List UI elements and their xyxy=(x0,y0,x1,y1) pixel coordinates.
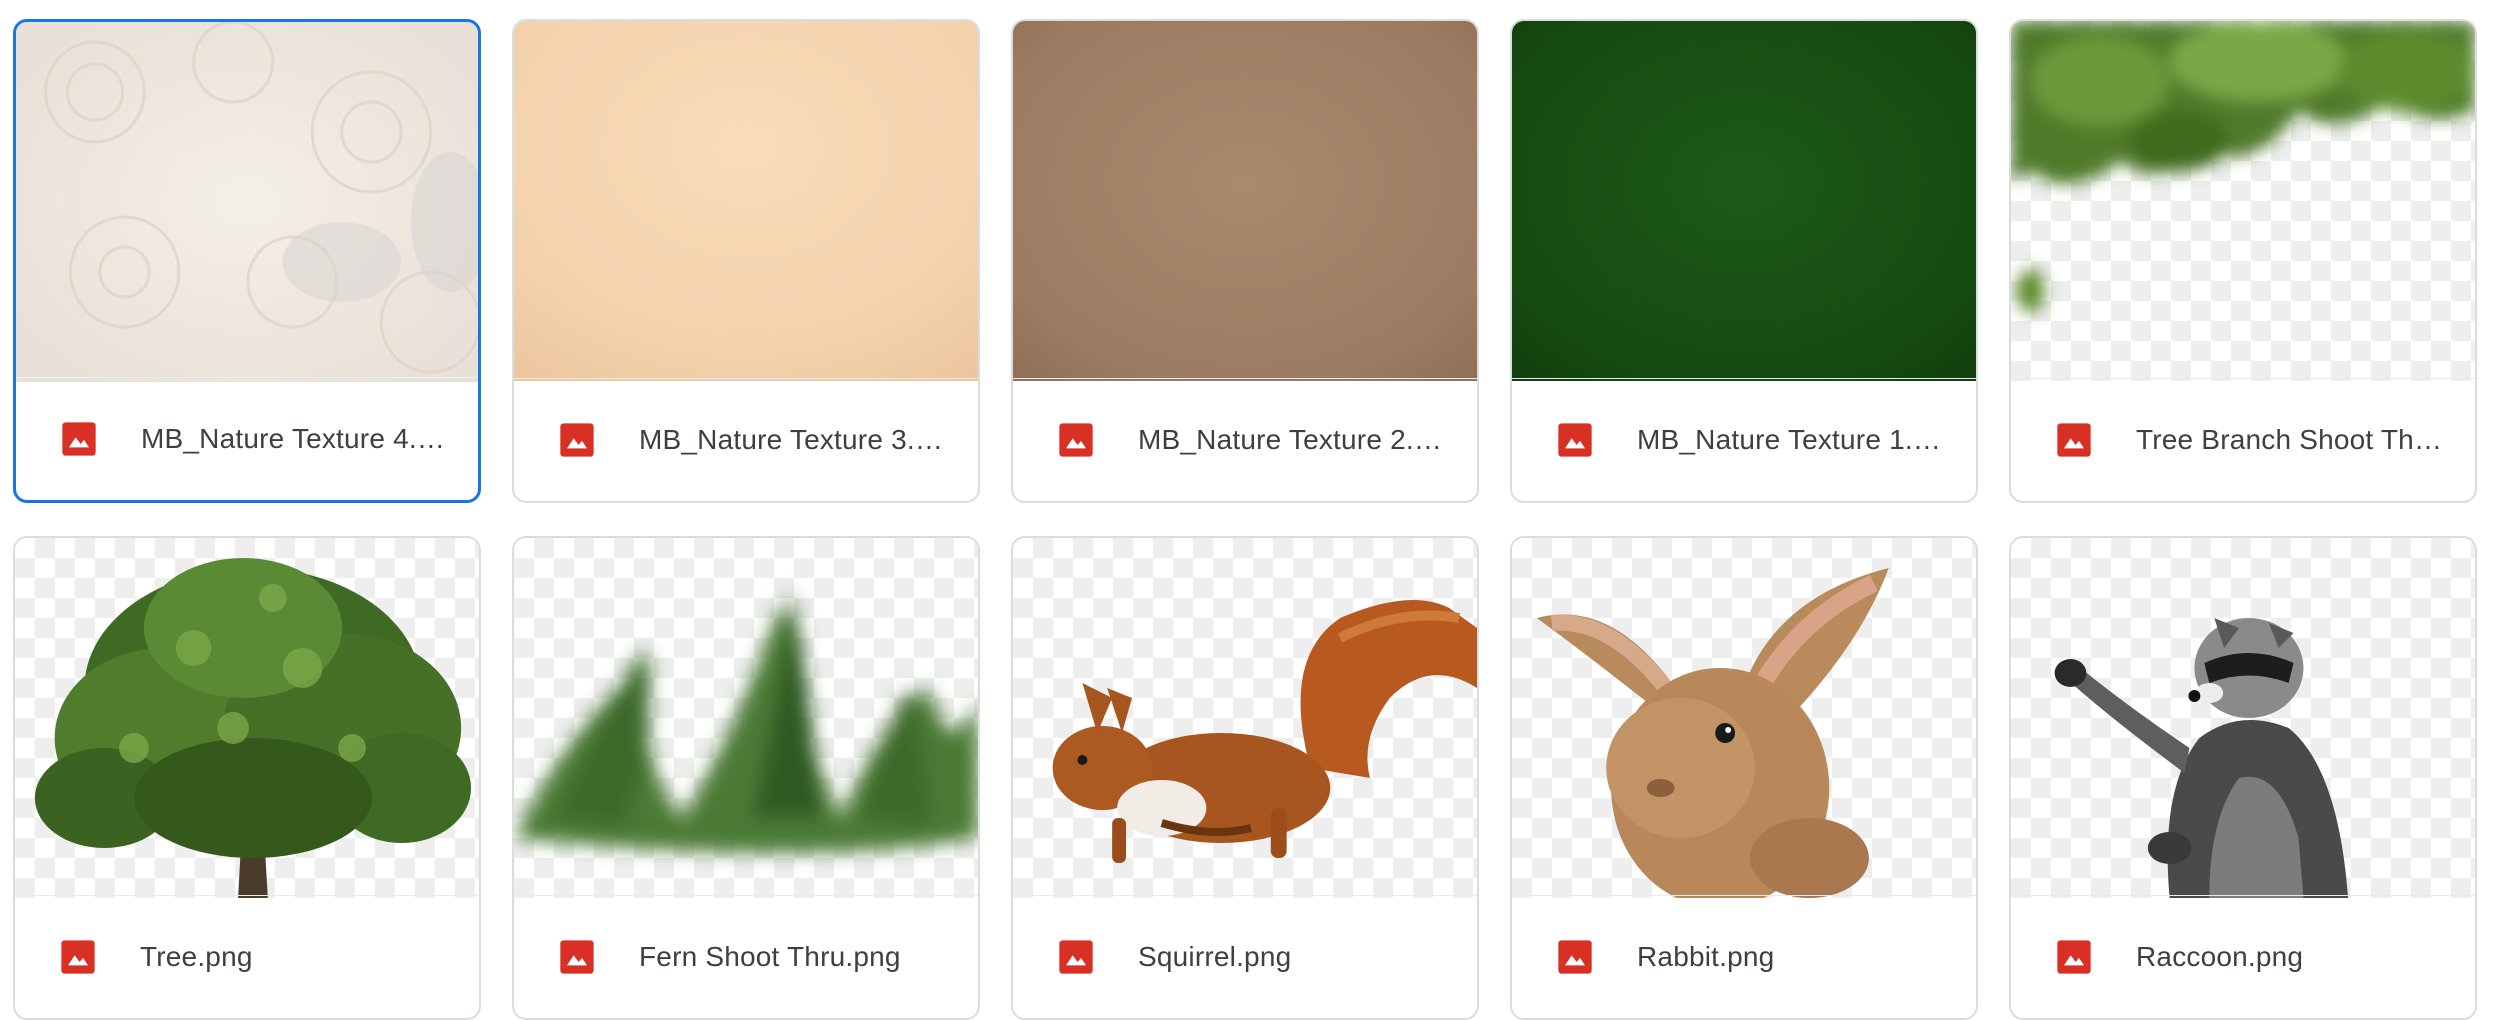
file-card-nature-texture-2[interactable]: MB_Nature Texture 2.png xyxy=(1011,19,1479,503)
file-card-footer: Squirrel.png xyxy=(1013,895,1477,1018)
file-name: MB_Nature Texture 2.png xyxy=(1138,424,1447,455)
file-thumbnail xyxy=(1013,21,1477,381)
file-thumbnail xyxy=(16,22,478,382)
file-card-nature-texture-4[interactable]: MB_Nature Texture 4.png xyxy=(13,19,481,503)
image-file-icon xyxy=(560,940,594,974)
file-name: MB_Nature Texture 4.png xyxy=(141,423,448,454)
file-card-fern[interactable]: Fern Shoot Thru.png xyxy=(512,536,980,1020)
file-card-rabbit[interactable]: Rabbit.png xyxy=(1510,536,1978,1020)
file-name: Tree Branch Shoot Thru.png xyxy=(2136,424,2445,455)
image-file-icon xyxy=(1059,940,1093,974)
image-file-icon xyxy=(560,423,594,457)
image-file-icon xyxy=(1558,423,1592,457)
file-card-tree-branch[interactable]: Tree Branch Shoot Thru.png xyxy=(2009,19,2477,503)
file-card-footer: MB_Nature Texture 1.png xyxy=(1512,378,1976,501)
file-thumbnail xyxy=(1512,21,1976,381)
file-card-footer: Rabbit.png xyxy=(1512,895,1976,1018)
file-card-footer: Tree Branch Shoot Thru.png xyxy=(2011,378,2475,501)
file-card-footer: Tree.png xyxy=(15,895,479,1018)
file-thumbnail xyxy=(514,21,978,381)
file-name: MB_Nature Texture 1.png xyxy=(1637,424,1946,455)
file-card-footer: Raccoon.png xyxy=(2011,895,2475,1018)
image-file-icon xyxy=(1059,423,1093,457)
image-file-icon xyxy=(2057,940,2091,974)
file-card-footer: MB_Nature Texture 3.png xyxy=(514,378,978,501)
file-name: Rabbit.png xyxy=(1637,941,1775,972)
file-thumbnail xyxy=(15,538,479,898)
file-grid: MB_Nature Texture 4.png MB_Nature Textur… xyxy=(13,19,2477,1020)
image-file-icon xyxy=(61,940,95,974)
file-card-tree[interactable]: Tree.png xyxy=(13,536,481,1020)
file-name: MB_Nature Texture 3.png xyxy=(639,424,948,455)
file-card-nature-texture-3[interactable]: MB_Nature Texture 3.png xyxy=(512,19,980,503)
file-card-footer: Fern Shoot Thru.png xyxy=(514,895,978,1018)
file-name: Raccoon.png xyxy=(2136,941,2304,972)
file-thumbnail xyxy=(1013,538,1477,898)
file-card-footer: MB_Nature Texture 4.png xyxy=(16,377,478,500)
file-name: Squirrel.png xyxy=(1138,941,1292,972)
file-card-footer: MB_Nature Texture 2.png xyxy=(1013,378,1477,501)
image-file-icon xyxy=(2057,423,2091,457)
file-thumbnail xyxy=(514,538,978,898)
file-card-raccoon[interactable]: Raccoon.png xyxy=(2009,536,2477,1020)
image-file-icon xyxy=(62,422,96,456)
file-card-squirrel[interactable]: Squirrel.png xyxy=(1011,536,1479,1020)
file-name: Tree.png xyxy=(140,941,253,972)
image-file-icon xyxy=(1558,940,1592,974)
file-thumbnail xyxy=(2011,21,2475,381)
file-name: Fern Shoot Thru.png xyxy=(639,941,901,972)
file-card-nature-texture-1[interactable]: MB_Nature Texture 1.png xyxy=(1510,19,1978,503)
file-thumbnail xyxy=(1512,538,1976,898)
file-thumbnail xyxy=(2011,538,2475,898)
